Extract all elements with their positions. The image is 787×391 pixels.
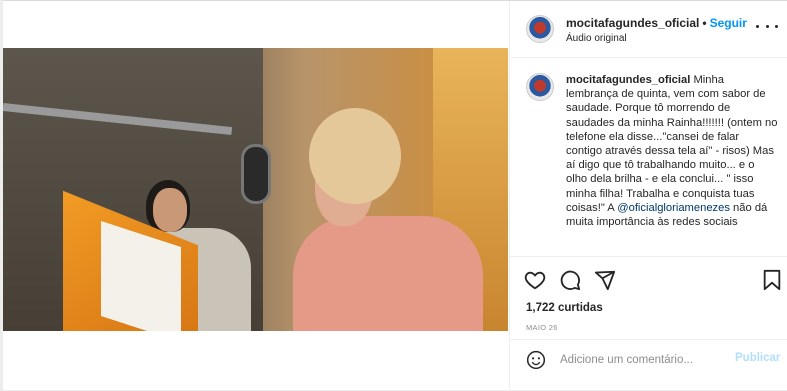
- person-right-hair: [309, 108, 401, 204]
- post-video[interactable]: [3, 48, 508, 331]
- emoji-icon[interactable]: [526, 350, 546, 370]
- studio-microphone: [241, 144, 271, 204]
- avatar[interactable]: [526, 15, 554, 43]
- caption-body-1: Minha lembrança de quinta, vem com sabor…: [566, 74, 778, 214]
- caption-text: mocitafagundes_oficial Minha lembrança d…: [566, 73, 778, 229]
- likes-count[interactable]: 1,722 curtidas: [526, 302, 603, 314]
- comment-bar: Publicar: [510, 339, 787, 379]
- heart-icon[interactable]: [524, 269, 546, 291]
- comment-input[interactable]: [560, 350, 730, 370]
- post-sidebar: mocitafagundes_oficial • Seguir Áudio orig…: [509, 1, 787, 391]
- caption-avatar[interactable]: [526, 73, 554, 101]
- post-modal: mocitafagundes_oficial • Seguir Áudio orig…: [3, 0, 787, 391]
- caption-mention-link[interactable]: @oficialgloriamenezes: [617, 202, 730, 214]
- header-separator: •: [702, 16, 707, 30]
- caption-username[interactable]: mocitafagundes_oficial: [566, 74, 690, 86]
- post-actions: [510, 256, 787, 299]
- person-left-face: [153, 188, 187, 232]
- bookmark-icon[interactable]: [762, 269, 782, 291]
- person-right-body: [293, 216, 483, 331]
- publish-button[interactable]: Publicar: [735, 352, 780, 364]
- caption-section: mocitafagundes_oficial Minha lembrança d…: [510, 59, 787, 256]
- post-date[interactable]: MAIO 26: [526, 323, 558, 332]
- header-username[interactable]: mocitafagundes_oficial: [566, 16, 699, 30]
- more-options-icon[interactable]: [756, 19, 778, 33]
- header-user-line: mocitafagundes_oficial • Seguir: [566, 16, 747, 30]
- original-audio-link[interactable]: Áudio original: [566, 33, 627, 44]
- follow-button[interactable]: Seguir: [710, 16, 747, 30]
- share-icon[interactable]: [594, 269, 616, 291]
- comment-icon[interactable]: [559, 269, 581, 291]
- post-header: mocitafagundes_oficial • Seguir Áudio orig…: [510, 1, 787, 58]
